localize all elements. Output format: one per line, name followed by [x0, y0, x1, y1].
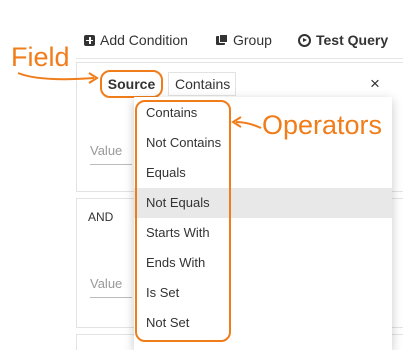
- value-input-2[interactable]: Value: [90, 276, 132, 298]
- operator-option-ends-with[interactable]: Ends With: [134, 248, 392, 278]
- test-query-label: Test Query: [316, 32, 389, 48]
- query-builder-screenshot: Add Condition Group Test Query Source Co…: [0, 0, 403, 350]
- operator-option-is-set[interactable]: Is Set: [134, 278, 392, 308]
- group-icon: [216, 34, 228, 46]
- field-callout: Field: [11, 42, 70, 72]
- play-circle-icon: [298, 33, 311, 47]
- group-label: Group: [233, 32, 272, 48]
- operator-option-equals[interactable]: Equals: [134, 158, 392, 188]
- operators-callout: Operators: [262, 110, 383, 140]
- query-toolbar: Add Condition Group Test Query: [76, 22, 403, 59]
- group-button[interactable]: Group: [216, 32, 272, 48]
- operator-option-not-equals[interactable]: Not Equals: [134, 188, 392, 218]
- operator-option-starts-with[interactable]: Starts With: [134, 218, 392, 248]
- value-input-1[interactable]: Value: [90, 143, 132, 165]
- add-condition-button[interactable]: Add Condition: [84, 32, 188, 48]
- operator-select[interactable]: Contains: [168, 72, 236, 96]
- plus-box-icon: [84, 34, 95, 46]
- field-select[interactable]: Source: [100, 70, 163, 98]
- add-condition-label: Add Condition: [100, 32, 188, 48]
- remove-condition-icon[interactable]: ×: [370, 74, 380, 94]
- conjunction-label[interactable]: AND: [88, 210, 113, 224]
- operator-option-not-set[interactable]: Not Set: [134, 308, 392, 338]
- test-query-button[interactable]: Test Query: [298, 32, 388, 48]
